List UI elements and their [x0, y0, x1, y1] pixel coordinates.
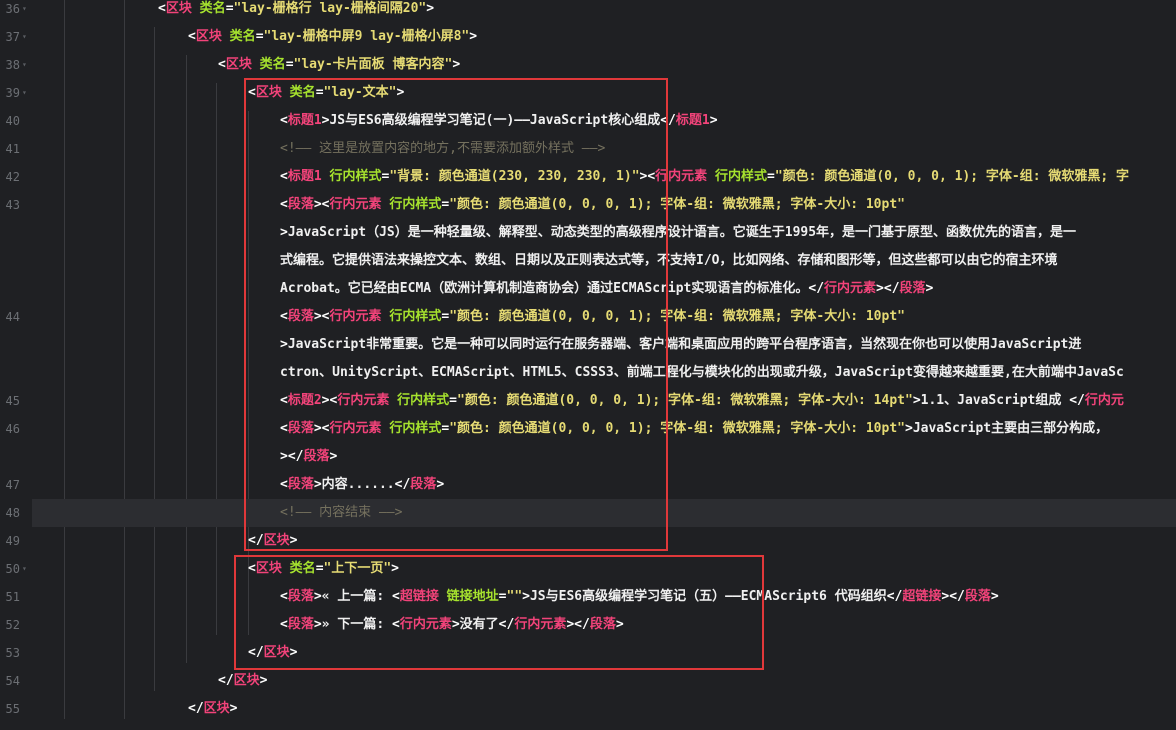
token-br: > [426, 1, 435, 16]
token-br: = [225, 1, 234, 16]
token-br: > [905, 421, 913, 436]
code-text: <区块 类名="lay-栅格行 lay-栅格间隔20"> [158, 0, 434, 23]
token-attr: 类名 [199, 1, 226, 16]
line-number: 37 [5, 30, 20, 44]
token-br: < [188, 29, 196, 44]
line-number: 46 [5, 422, 20, 436]
token-br: </ [886, 589, 903, 604]
token-str: "lay-栅格行 lay-栅格间隔20" [233, 1, 427, 16]
token-br: </ [808, 281, 825, 296]
line-number: 40 [5, 114, 20, 128]
highlight-box-pagination-block [234, 555, 764, 670]
code-text: <区块 类名="lay-卡片面板 博客内容"> [218, 51, 460, 79]
token-br: ></ [941, 589, 965, 604]
fold-arrow-icon[interactable]: ▾ [22, 23, 27, 51]
token-br: ></ [876, 281, 900, 296]
token-tag: 行内元 [1084, 393, 1124, 408]
token-str: "lay-栅格中屏9 lay-栅格小屏8" [263, 29, 470, 44]
token-br: </ [188, 701, 204, 716]
line-number: 55 [5, 702, 20, 716]
line-number: 44 [5, 310, 20, 324]
line-number: 52 [5, 618, 20, 632]
token-txt: JavaScript主要由三部分构成， [912, 421, 1109, 436]
line-number: 39 [5, 86, 20, 100]
token-txt: 1.1、JavaScript组成 [920, 393, 1070, 408]
code-text: </区块> [218, 667, 268, 695]
token-tag: 段落 [899, 281, 926, 296]
token-tag: 超链接 [902, 589, 942, 604]
token-tag: 区块 [195, 29, 222, 44]
token-br: = [285, 57, 294, 72]
token-tag: 区块 [225, 57, 252, 72]
line-number: 47 [5, 478, 20, 492]
line-number: 38 [5, 58, 20, 72]
token-tag: 区块 [203, 701, 230, 716]
line-number: 36 [5, 2, 20, 16]
token-br: > [925, 281, 934, 296]
token-str: "lay-卡片面板 博客内容" [293, 57, 453, 72]
code-line[interactable]: 38 ▾ <区块 类名="lay-卡片面板 博客内容"> [0, 51, 1176, 79]
code-text: </区块> [188, 695, 238, 723]
token-br: > [912, 393, 921, 408]
code-text: <区块 类名="lay-栅格中屏9 lay-栅格小屏8"> [188, 23, 477, 51]
token-br: > [709, 113, 718, 128]
highlight-box-text-block [244, 78, 668, 551]
fold-arrow-icon[interactable]: ▾ [22, 79, 27, 107]
token-br: </ [1069, 393, 1085, 408]
token-tag: 区块 [165, 1, 192, 16]
token-tag: 区块 [233, 673, 260, 688]
token-attr: 行内样式 [715, 169, 768, 184]
line-number: 49 [5, 534, 20, 548]
token-br: < [158, 1, 166, 16]
token-br: > [469, 29, 478, 44]
token-br: > [259, 673, 268, 688]
code-line[interactable]: 54 </区块> [0, 667, 1176, 695]
token-br: </ [218, 673, 234, 688]
line-number: 50 [5, 562, 20, 576]
token-tag: 标题1 [675, 113, 710, 128]
token-br: = [255, 29, 264, 44]
token-br: > [229, 701, 238, 716]
code-line[interactable]: 37 ▾ <区块 类名="lay-栅格中屏9 lay-栅格小屏8"> [0, 23, 1176, 51]
token-br: < [218, 57, 226, 72]
fold-arrow-icon[interactable]: ▾ [22, 0, 27, 23]
line-number: 42 [5, 170, 20, 184]
token-tag: 行内元素 [824, 281, 877, 296]
token-br: > [452, 57, 461, 72]
token-attr: 类名 [259, 57, 286, 72]
token-attr: 类名 [229, 29, 256, 44]
fold-arrow-icon[interactable]: ▾ [22, 555, 27, 583]
token-tag: 段落 [964, 589, 991, 604]
line-number: 43 [5, 198, 20, 212]
fold-arrow-icon[interactable]: ▾ [22, 51, 27, 79]
token-br: > [990, 589, 999, 604]
line-number: 51 [5, 590, 20, 604]
line-number: 53 [5, 646, 20, 660]
code-line[interactable]: 55 </区块> [0, 695, 1176, 723]
line-number: 48 [5, 506, 20, 520]
line-number: 54 [5, 674, 20, 688]
code-editor[interactable]: 36 ▾ <区块 类名="lay-栅格行 lay-栅格间隔20"> 37 ▾ <区块 类名… [0, 0, 1176, 730]
line-number: 45 [5, 394, 20, 408]
code-line[interactable]: 36 ▾ <区块 类名="lay-栅格行 lay-栅格间隔20"> [0, 0, 1176, 23]
token-br: = [767, 169, 775, 184]
line-number: 41 [5, 142, 20, 156]
token-str: "颜色: 颜色通道(0, 0, 0, 1); 字体-组: 微软雅黑; 字 [774, 169, 1130, 184]
